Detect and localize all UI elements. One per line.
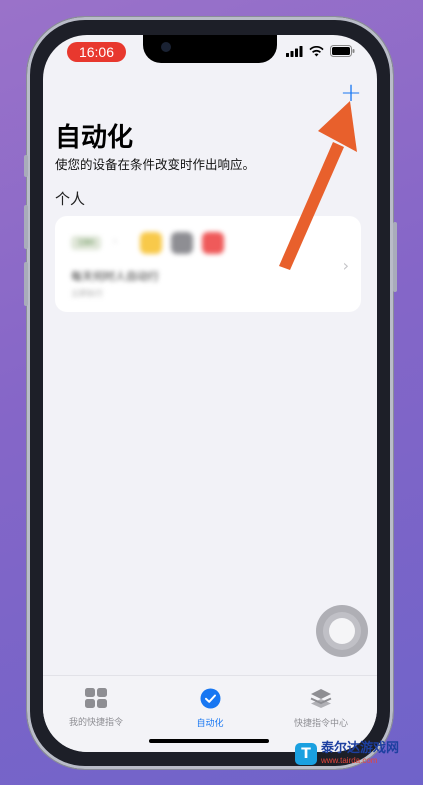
annotation-arrow xyxy=(279,101,357,270)
watermark-name: 泰尔达游戏网 xyxy=(321,741,400,756)
annotation-arrow-shaft xyxy=(279,142,344,270)
watermark-logo-icon: T xyxy=(295,742,317,765)
watermark-url: www.tairda.com xyxy=(321,756,378,765)
watermark: T 泰尔达游戏网 www.tairda.com xyxy=(295,742,399,765)
